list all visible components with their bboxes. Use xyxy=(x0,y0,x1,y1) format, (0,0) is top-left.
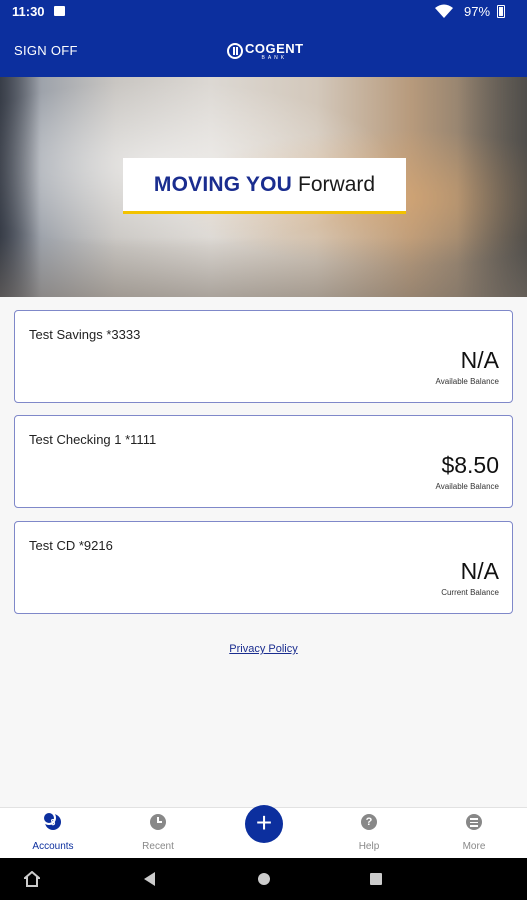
status-time: 11:30 xyxy=(12,4,45,19)
account-name: Test Savings *3333 xyxy=(29,327,141,342)
balance-caption: Available Balance xyxy=(435,377,499,386)
nav-recent[interactable]: Recent xyxy=(105,808,211,859)
hero-banner: MOVING YOU Forward xyxy=(123,158,406,214)
recents-icon[interactable] xyxy=(370,873,382,885)
logo-name: COGENT xyxy=(245,40,304,56)
accounts-icon: $ xyxy=(42,811,61,830)
clock-icon xyxy=(150,814,166,830)
battery-icon xyxy=(497,5,505,18)
logo-text: COGENT BANK xyxy=(245,42,304,61)
privacy-policy-link[interactable]: Privacy Policy xyxy=(229,643,297,655)
nav-more[interactable]: More xyxy=(421,808,527,859)
system-nav-bar xyxy=(0,858,527,900)
account-balance: $8.50 xyxy=(441,452,499,478)
logo-mark-icon xyxy=(227,43,243,59)
menu-icon xyxy=(466,814,482,830)
battery-percent: 97% xyxy=(464,4,491,19)
sign-off-button[interactable]: SIGN OFF xyxy=(14,43,78,58)
hero-floor xyxy=(0,237,527,297)
logo-sub: BANK xyxy=(261,54,288,61)
account-name: Test CD *9216 xyxy=(29,538,113,553)
account-balance: N/A xyxy=(460,347,499,373)
app-bar: SIGN OFF COGENT BANK xyxy=(0,24,527,77)
hero-image: MOVING YOU Forward xyxy=(0,77,527,297)
account-card-checking[interactable]: Test Checking 1 *1111 $8.50 Available Ba… xyxy=(14,415,513,508)
wifi-icon xyxy=(435,4,453,18)
image-notification-icon xyxy=(54,6,65,16)
privacy-policy-row: Privacy Policy xyxy=(0,639,527,657)
question-icon: ? xyxy=(361,814,377,830)
home-icon[interactable] xyxy=(258,873,270,885)
account-card-cd[interactable]: Test CD *9216 N/A Current Balance xyxy=(14,521,513,614)
account-name: Test Checking 1 *1111 xyxy=(29,432,157,447)
banner-headline-strong: MOVING YOU xyxy=(153,172,293,196)
balance-caption: Available Balance xyxy=(435,482,499,491)
nav-accounts-label: Accounts xyxy=(32,841,74,852)
house-icon[interactable] xyxy=(24,871,40,887)
account-balance: N/A xyxy=(460,558,499,584)
nav-more-label: More xyxy=(462,841,486,852)
nav-help[interactable]: ? Help xyxy=(316,808,422,859)
balance-caption: Current Balance xyxy=(441,588,499,597)
cogent-logo: COGENT BANK xyxy=(227,39,304,63)
account-card-savings[interactable]: Test Savings *3333 N/A Available Balance xyxy=(14,310,513,403)
nav-recent-label: Recent xyxy=(142,841,174,852)
status-bar: 11:30 97% xyxy=(0,0,527,24)
back-icon[interactable] xyxy=(144,872,155,886)
nav-accounts[interactable]: $ Accounts xyxy=(0,808,106,859)
banner-headline-light: Forward xyxy=(298,172,376,196)
nav-help-label: Help xyxy=(358,841,380,852)
add-button[interactable]: + xyxy=(245,805,283,843)
